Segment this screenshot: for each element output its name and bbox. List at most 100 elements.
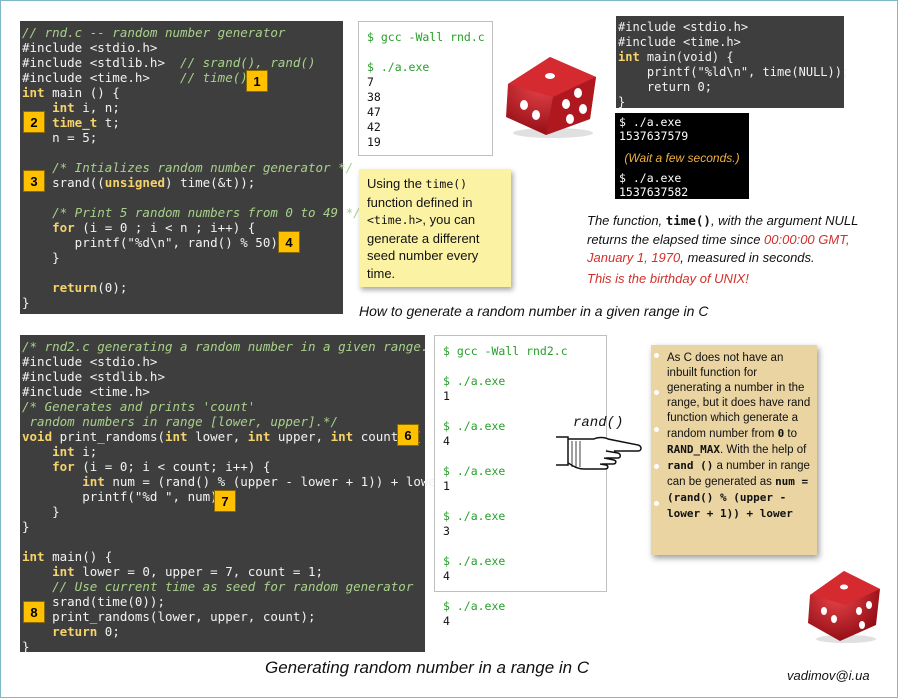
code-line: random numbers in range [lower, upper].*… — [22, 414, 425, 429]
code-keyword: for — [52, 220, 75, 235]
code-keyword: int — [52, 100, 75, 115]
code-line: printf("%ld\n", time(NULL)); — [618, 65, 849, 80]
terminal-line: $ ./a.exe — [619, 171, 682, 185]
code-keyword: return — [52, 280, 98, 295]
code-text: printf("%d ", num); — [22, 489, 226, 504]
step-badge-3: 3 — [23, 170, 45, 192]
time-function-explanation: The function, time(), with the argument … — [587, 212, 892, 288]
code-line: return 0; — [618, 80, 844, 95]
code-line: #include <stdio.h> — [22, 354, 425, 369]
code-text: main() { — [44, 549, 113, 564]
code-keyword: int — [330, 429, 354, 444]
range-explanation-note: As C does not have an inbuilt function f… — [651, 345, 817, 555]
code-text: t; — [97, 115, 120, 130]
code-line: /* Print 5 random numbers from 0 to 49 *… — [22, 205, 361, 220]
code-line: return(0); — [22, 280, 343, 295]
code-text: lower, — [187, 429, 248, 444]
code-text: printf("%ld\n", time(NULL)); — [618, 65, 850, 79]
terminal-output-rnd: $ gcc -Wall rnd.c $ ./a.exe 7 38 47 42 19 — [358, 21, 493, 156]
terminal-output-line: 38 — [367, 90, 381, 104]
terminal-line: $ ./a.exe — [619, 115, 682, 129]
code-text: lower = 0, upper = 7, count = 1; — [74, 564, 324, 579]
note-code: RAND_MAX — [667, 443, 720, 456]
page-title: Generating random number in a range in C — [265, 658, 590, 677]
code-line: // Use current time as seed for random g… — [22, 579, 425, 594]
code-line: void print_randoms(int lower, int upper,… — [22, 429, 425, 444]
code-block-time: #include <stdio.h> #include <time.h> int m… — [616, 16, 849, 109]
note-code: <time.h> — [367, 213, 423, 227]
code-line: #include <stdlib.h> — [22, 369, 425, 384]
code-comment: /* Print 5 random numbers from 0 to 49 *… — [52, 205, 361, 220]
code-text: printf("%d\n", rand() % 50); — [22, 235, 286, 250]
step-badge-4: 4 — [278, 231, 300, 253]
step-badge-1: 1 — [246, 70, 268, 92]
code-keyword: int — [52, 564, 75, 579]
code-line: int i, n; — [22, 100, 343, 115]
terminal-command: $ ./a.exe — [443, 509, 506, 523]
code-line: print_randoms(lower, upper, count); — [22, 609, 425, 624]
code-keyword: int — [22, 85, 45, 100]
code-comment: // time() — [180, 70, 248, 85]
code-comment: /* Generates and prints 'count' — [22, 399, 256, 414]
code-text: main(void) { — [639, 50, 734, 64]
code-line: #include <time.h> — [618, 35, 844, 50]
code-line: for (i = 0; i < count; i++) { — [22, 459, 425, 474]
code-text: } — [22, 250, 60, 265]
explain-function: time() — [665, 213, 711, 228]
note-text: function defined in — [367, 194, 473, 210]
code-keyword: int — [618, 50, 640, 64]
code-text: print_randoms(lower, upper, count); — [22, 609, 316, 624]
code-comment: // srand(), rand() — [180, 55, 316, 70]
terminal-output-line: 1 — [443, 389, 450, 403]
note-text: Using the — [367, 176, 426, 191]
note-text: to — [784, 428, 797, 440]
code-keyword: int — [52, 444, 75, 459]
code-line: /* Generates and prints 'count' — [22, 399, 425, 414]
terminal-output-line: 4 — [443, 614, 450, 628]
code-text: #include <stdio.h> — [618, 20, 749, 34]
code-block-rnd: // rnd.c -- random number generator #incl… — [20, 21, 361, 314]
code-text: i; — [74, 444, 98, 459]
code-text: } — [22, 639, 30, 654]
code-text: #include <time.h> — [22, 384, 150, 399]
code-line: } — [22, 295, 343, 310]
code-keyword: int — [165, 429, 188, 444]
terminal-output-line: 3 — [443, 524, 450, 538]
code-keyword: for — [52, 459, 75, 474]
pointing-hand-icon — [556, 436, 642, 470]
explain-text: , measured in seconds. — [680, 250, 815, 265]
code-comment: /* Intializes random number generator */ — [52, 160, 354, 175]
terminal-output-line: 1 — [443, 479, 450, 493]
code-keyword: unsigned — [104, 175, 166, 190]
note-code: rand () — [667, 459, 714, 472]
code-line: } — [22, 519, 425, 534]
code-text: #include <stdio.h> — [22, 40, 158, 55]
code-text: } — [22, 295, 30, 310]
step-badge-2: 2 — [23, 111, 45, 133]
terminal-command: $ ./a.exe — [443, 374, 506, 388]
author-email: vadimov@i.ua — [787, 668, 870, 683]
explain-text: The function, — [587, 213, 666, 228]
code-line: srand((unsigned) time(&t)); — [22, 175, 343, 190]
code-text: (i = 0; i < count; i++) { — [74, 459, 271, 474]
code-comment: // Use current time as seed for random g… — [52, 579, 414, 594]
code-text: #include <stdlib.h> — [22, 55, 181, 70]
code-line: int num = (rand() % (upper - lower + 1))… — [22, 474, 451, 489]
code-text: (0); — [97, 280, 128, 295]
code-line: #include <stdio.h> — [618, 20, 844, 35]
code-text: } — [22, 519, 30, 534]
unix-birthday-note: This is the birthday of UNIX! — [587, 270, 749, 286]
note-text: . With the help of — [719, 444, 807, 456]
code-comment: // rnd.c -- random number generator — [22, 25, 286, 40]
